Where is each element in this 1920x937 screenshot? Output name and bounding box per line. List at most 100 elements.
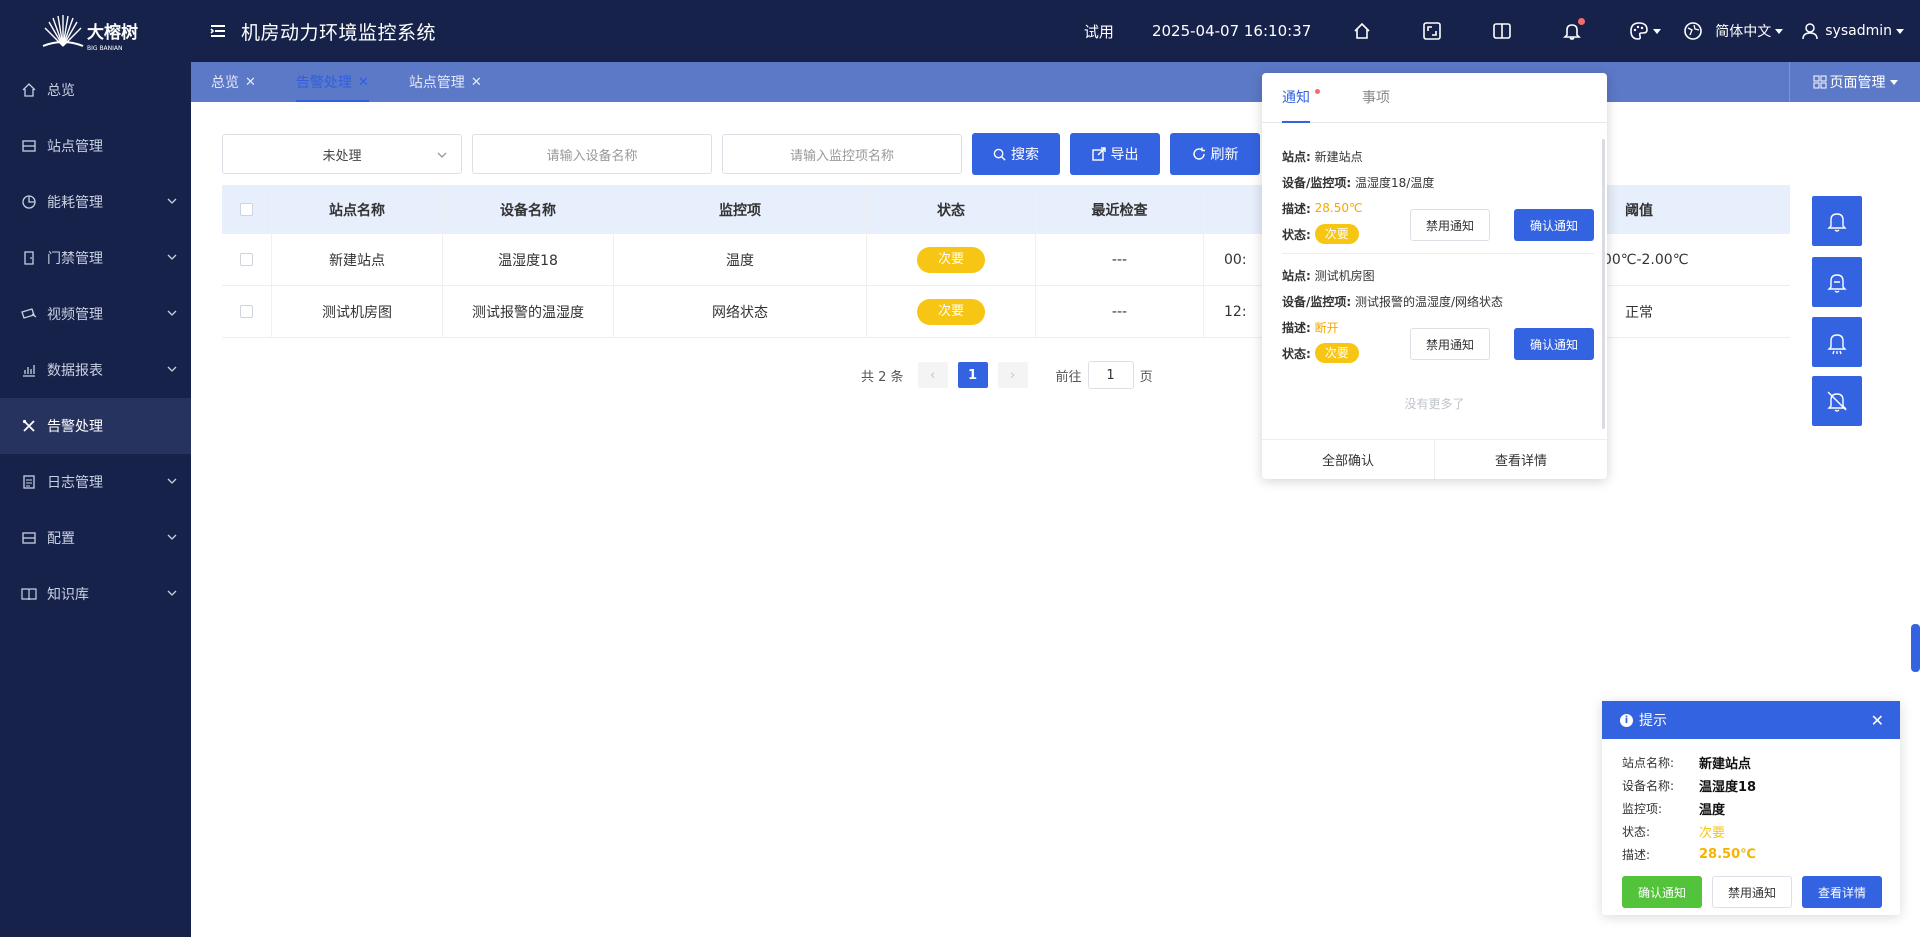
bell-off-button[interactable]: [1812, 376, 1862, 426]
notification-item: 站点: 测试机房图 设备/监控项: 测试报警的温湿度/网络状态 描述: 断开 状…: [1282, 262, 1594, 366]
menu-toggle-icon[interactable]: [207, 20, 229, 42]
bell-icon: [1827, 213, 1847, 232]
user-icon[interactable]: [1799, 20, 1821, 42]
bell-minus-icon: [1827, 274, 1847, 293]
bell-ring-button[interactable]: [1812, 317, 1862, 367]
language-select[interactable]: 简体中文: [1715, 21, 1771, 41]
toast-body: 站点名称: 新建站点 设备名称: 温湿度18 监控项: 温度 状态: 次要 描述: 28.…: [1622, 756, 1757, 862]
bell-filled-button[interactable]: [1812, 196, 1862, 246]
language-icon[interactable]: [1683, 20, 1703, 42]
export-icon: [1091, 147, 1106, 161]
refresh-button[interactable]: 刷新: [1170, 133, 1260, 175]
caret-down-icon: [1653, 28, 1662, 34]
close-icon[interactable]: ✕: [1871, 711, 1884, 730]
tab-alarm-handling[interactable]: 告警处理 ✕: [276, 62, 389, 102]
top-header: 机房动力环境监控系统 试用 2025-04-07 16:10:37 简体中文 s…: [191, 0, 1920, 62]
bell-icon[interactable]: [1561, 18, 1586, 42]
disable-notice-button[interactable]: 禁用通知: [1410, 209, 1490, 241]
datetime: 2025-04-07 16:10:37: [1151, 22, 1312, 40]
refresh-icon: [1192, 147, 1205, 160]
status-select[interactable]: 未处理: [222, 134, 462, 174]
sidebar-item-access-control[interactable]: 门禁管理: [0, 230, 191, 286]
monitor-item-input[interactable]: 请输入监控项名称: [722, 134, 962, 174]
sidebar-item-overview[interactable]: 总览: [0, 62, 191, 118]
no-more-text: 没有更多了: [1404, 397, 1465, 411]
bell-minus-button[interactable]: [1812, 257, 1862, 307]
sidebar-item-alarm-handling[interactable]: 告警处理: [0, 398, 191, 454]
logo: 大榕树 BIG BANIAN: [0, 0, 191, 62]
page-scrollbar[interactable]: [1911, 624, 1920, 672]
popover-tabs: 通知 事项: [1262, 73, 1607, 123]
sidebar-item-video-management[interactable]: 视频管理: [0, 286, 191, 342]
tab-bar: 总览 ✕ 告警处理 ✕ 站点管理 ✕ 页面管理: [191, 62, 1920, 102]
tab-overview[interactable]: 总览 ✕: [191, 62, 276, 102]
sidebar-item-site-management[interactable]: 站点管理: [0, 118, 191, 174]
chevron-down-icon: [167, 254, 177, 260]
door-icon: [20, 249, 38, 267]
sidebar-item-energy-management[interactable]: 能耗管理: [0, 174, 191, 230]
sidebar: 大榕树 BIG BANIAN 总览 站点管理 能耗管理 门禁管理 视频管理 数据…: [0, 0, 191, 937]
sidebar-item-config[interactable]: 配置: [0, 510, 191, 566]
server-icon: [20, 137, 38, 155]
confirm-notice-button[interactable]: 确认通知: [1514, 328, 1594, 360]
search-button[interactable]: 搜索: [972, 133, 1060, 175]
grid-icon: [1813, 75, 1826, 89]
sidebar-item-knowledge-base[interactable]: 知识库: [0, 566, 191, 622]
goto-page-input[interactable]: 1: [1087, 361, 1134, 389]
device-name-input[interactable]: 请输入设备名称: [472, 134, 712, 174]
home-icon[interactable]: [1351, 20, 1373, 42]
confirm-all-button[interactable]: 全部确认: [1262, 440, 1435, 479]
toast-actions: 确认通知 禁用通知 查看详情: [1622, 876, 1892, 908]
status-badge: 次要: [917, 298, 985, 325]
notification-popover: 通知 事项 站点: 新建站点 设备/监控项: 温湿度18/温度 描述: 28.5…: [1262, 73, 1607, 479]
chevron-down-icon: [167, 478, 177, 484]
pie-icon: [20, 193, 38, 211]
toast-header: i 提示 ✕: [1602, 701, 1900, 739]
home-icon: [20, 81, 38, 99]
view-detail-button[interactable]: 查看详情: [1435, 440, 1607, 479]
system-title: 机房动力环境监控系统: [241, 21, 437, 44]
select-all-checkbox[interactable]: [240, 203, 253, 216]
palette-icon[interactable]: [1629, 20, 1662, 42]
notification-item: 站点: 新建站点 设备/监控项: 温湿度18/温度 描述: 28.50℃ 状态:…: [1282, 143, 1594, 247]
prev-page-button[interactable]: ‹: [917, 362, 948, 388]
search-icon: [993, 148, 1006, 161]
chevron-down-icon: [167, 590, 177, 596]
book-icon[interactable]: [1491, 20, 1513, 42]
next-page-button[interactable]: ›: [997, 362, 1028, 388]
chevron-down-icon: [167, 310, 177, 316]
caret-down-icon: [1889, 79, 1898, 85]
close-icon[interactable]: ✕: [245, 75, 256, 90]
toast-detail-button[interactable]: 查看详情: [1802, 876, 1882, 908]
tools-icon: [20, 417, 38, 435]
alert-toast: i 提示 ✕ 站点名称: 新建站点 设备名称: 温湿度18 监控项: 温度 状态: 次要…: [1602, 701, 1900, 915]
log-icon: [20, 473, 38, 491]
disable-notice-button[interactable]: 禁用通知: [1410, 328, 1490, 360]
row-checkbox[interactable]: [240, 305, 253, 318]
export-button[interactable]: 导出: [1070, 133, 1160, 175]
toast-confirm-button[interactable]: 确认通知: [1622, 876, 1702, 908]
notification-dot: [1315, 89, 1320, 94]
tab-site-management[interactable]: 站点管理 ✕: [389, 62, 502, 102]
filter-bar: 未处理 请输入设备名称 请输入监控项名称 搜索 导出 刷新: [222, 133, 1260, 175]
username[interactable]: sysadmin: [1825, 23, 1892, 39]
tab-matters[interactable]: 事项: [1362, 72, 1390, 122]
confirm-notice-button[interactable]: 确认通知: [1514, 209, 1594, 241]
popover-footer: 全部确认 查看详情: [1262, 439, 1607, 479]
sidebar-item-log-management[interactable]: 日志管理: [0, 454, 191, 510]
chevron-down-icon: [167, 198, 177, 204]
sidebar-item-data-report[interactable]: 数据报表: [0, 342, 191, 398]
page-manage-button[interactable]: 页面管理: [1789, 62, 1920, 102]
chevron-down-icon: [167, 534, 177, 540]
page-number[interactable]: 1: [957, 362, 988, 388]
close-icon[interactable]: ✕: [471, 75, 482, 90]
row-checkbox[interactable]: [240, 253, 253, 266]
close-icon[interactable]: ✕: [358, 75, 369, 90]
status-badge: 次要: [917, 246, 985, 273]
popover-scrollbar[interactable]: [1602, 139, 1605, 429]
toast-disable-button[interactable]: 禁用通知: [1712, 876, 1792, 908]
fullscreen-icon[interactable]: [1421, 20, 1443, 42]
bell-ring-icon: [1827, 334, 1847, 355]
tab-notice[interactable]: 通知: [1282, 72, 1320, 123]
book-icon: [20, 585, 38, 603]
